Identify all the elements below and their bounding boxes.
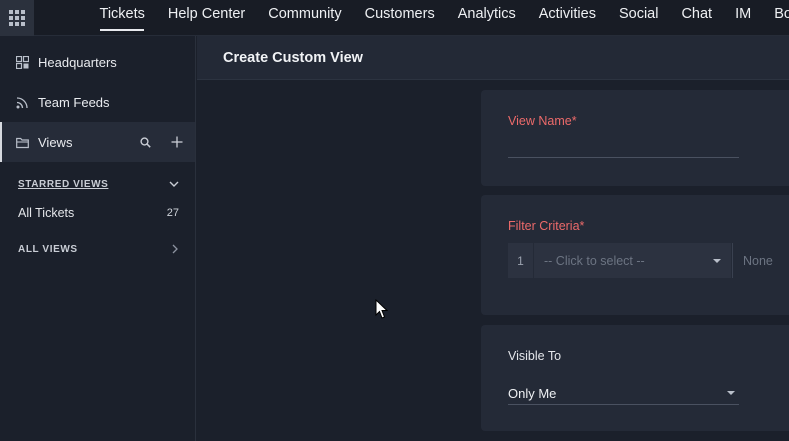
visible-to-underline <box>508 404 739 405</box>
tab-social[interactable]: Social <box>607 0 670 36</box>
sidebar-item-team-feeds[interactable]: Team Feeds <box>0 82 195 122</box>
view-item-all-tickets[interactable]: All Tickets 27 <box>0 197 195 229</box>
tab-tickets[interactable]: Tickets <box>88 0 156 36</box>
top-nav-bar: Tickets Help Center Community Customers … <box>0 0 789 36</box>
sidebar: Headquarters Team Feeds Views STARRED VI… <box>0 36 196 441</box>
visible-to-value: Only Me <box>508 385 557 401</box>
module-tabs: Tickets Help Center Community Customers … <box>88 0 789 36</box>
filter-select-placeholder: -- Click to select -- <box>544 253 645 268</box>
mouse-cursor-icon <box>375 299 388 319</box>
visible-to-select[interactable]: Only Me <box>508 382 739 404</box>
starred-views-heading: STARRED VIEWS <box>18 178 109 190</box>
view-name-underline <box>508 157 739 158</box>
chevron-right-icon[interactable] <box>172 244 179 254</box>
filter-value-field[interactable]: None <box>732 243 789 278</box>
visible-to-card: Visible To Only Me <box>481 325 789 431</box>
apps-grid-icon <box>9 10 25 26</box>
tab-customers[interactable]: Customers <box>353 0 446 36</box>
starred-views-header[interactable]: STARRED VIEWS <box>0 171 195 197</box>
tab-bo[interactable]: Bo <box>763 0 789 36</box>
page-header: Create Custom View <box>197 36 789 80</box>
filter-criteria-card: Filter Criteria* 1 -- Click to select --… <box>481 195 789 315</box>
sidebar-item-views[interactable]: Views <box>0 122 195 162</box>
chevron-down-icon[interactable] <box>169 181 179 188</box>
tab-activities[interactable]: Activities <box>527 0 607 36</box>
filter-row-number: 1 <box>508 243 533 278</box>
caret-down-icon <box>713 258 721 263</box>
tab-help-center[interactable]: Help Center <box>156 0 256 36</box>
sidebar-item-headquarters[interactable]: Headquarters <box>0 42 195 82</box>
view-item-label: All Tickets <box>18 206 75 220</box>
sidebar-item-label: Team Feeds <box>38 94 110 110</box>
sidebar-item-label: Views <box>38 134 73 150</box>
create-view-form: View Name* Filter Criteria* 1 -- Click t… <box>197 80 789 441</box>
feed-icon <box>16 96 28 108</box>
all-views-header[interactable]: ALL VIEWS <box>0 236 195 262</box>
caret-down-icon <box>727 391 735 395</box>
page-title: Create Custom View <box>223 49 363 66</box>
tab-chat[interactable]: Chat <box>670 0 724 36</box>
visible-to-label: Visible To <box>508 349 562 363</box>
search-icon[interactable] <box>140 136 151 148</box>
all-views-heading: ALL VIEWS <box>18 243 78 255</box>
filter-criteria-label: Filter Criteria* <box>508 219 585 233</box>
grid-icon <box>16 55 29 69</box>
app-switcher-button[interactable] <box>0 0 34 36</box>
add-icon[interactable] <box>171 136 183 148</box>
views-actions <box>140 122 183 162</box>
tab-community[interactable]: Community <box>257 0 353 36</box>
view-name-input[interactable] <box>508 134 739 156</box>
tab-im[interactable]: IM <box>724 0 763 36</box>
view-name-label: View Name* <box>508 114 577 128</box>
filter-field-select[interactable]: -- Click to select -- <box>534 243 731 278</box>
filter-value-placeholder: None <box>743 253 773 268</box>
tab-analytics[interactable]: Analytics <box>446 0 527 36</box>
view-name-card: View Name* <box>481 90 789 186</box>
view-item-count: 27 <box>166 207 179 219</box>
sidebar-item-label: Headquarters <box>38 54 117 70</box>
folder-icon <box>16 137 29 148</box>
filter-row: 1 -- Click to select -- None <box>508 243 789 278</box>
